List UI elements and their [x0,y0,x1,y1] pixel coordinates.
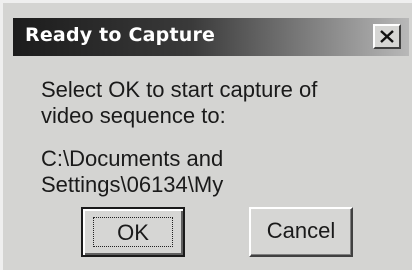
title-bar[interactable]: Ready to Capture [13,18,409,56]
message-line-1: Select OK to start capture of [41,77,318,102]
close-button[interactable] [373,24,401,49]
path-line-2: Settings\06134\My [41,172,224,197]
path-line-1: C:\Documents and [41,146,224,171]
ok-button-label: OK [117,220,149,245]
capture-dialog: Ready to Capture Select OK to start capt… [0,0,412,270]
cancel-button[interactable]: Cancel [249,207,353,257]
dialog-title: Ready to Capture [25,24,216,46]
close-icon [380,30,394,43]
message-line-2: video sequence to: [41,103,226,128]
focus-rect: OK [93,217,173,247]
cancel-button-label: Cancel [266,218,336,243]
ok-button[interactable]: OK [81,207,185,257]
